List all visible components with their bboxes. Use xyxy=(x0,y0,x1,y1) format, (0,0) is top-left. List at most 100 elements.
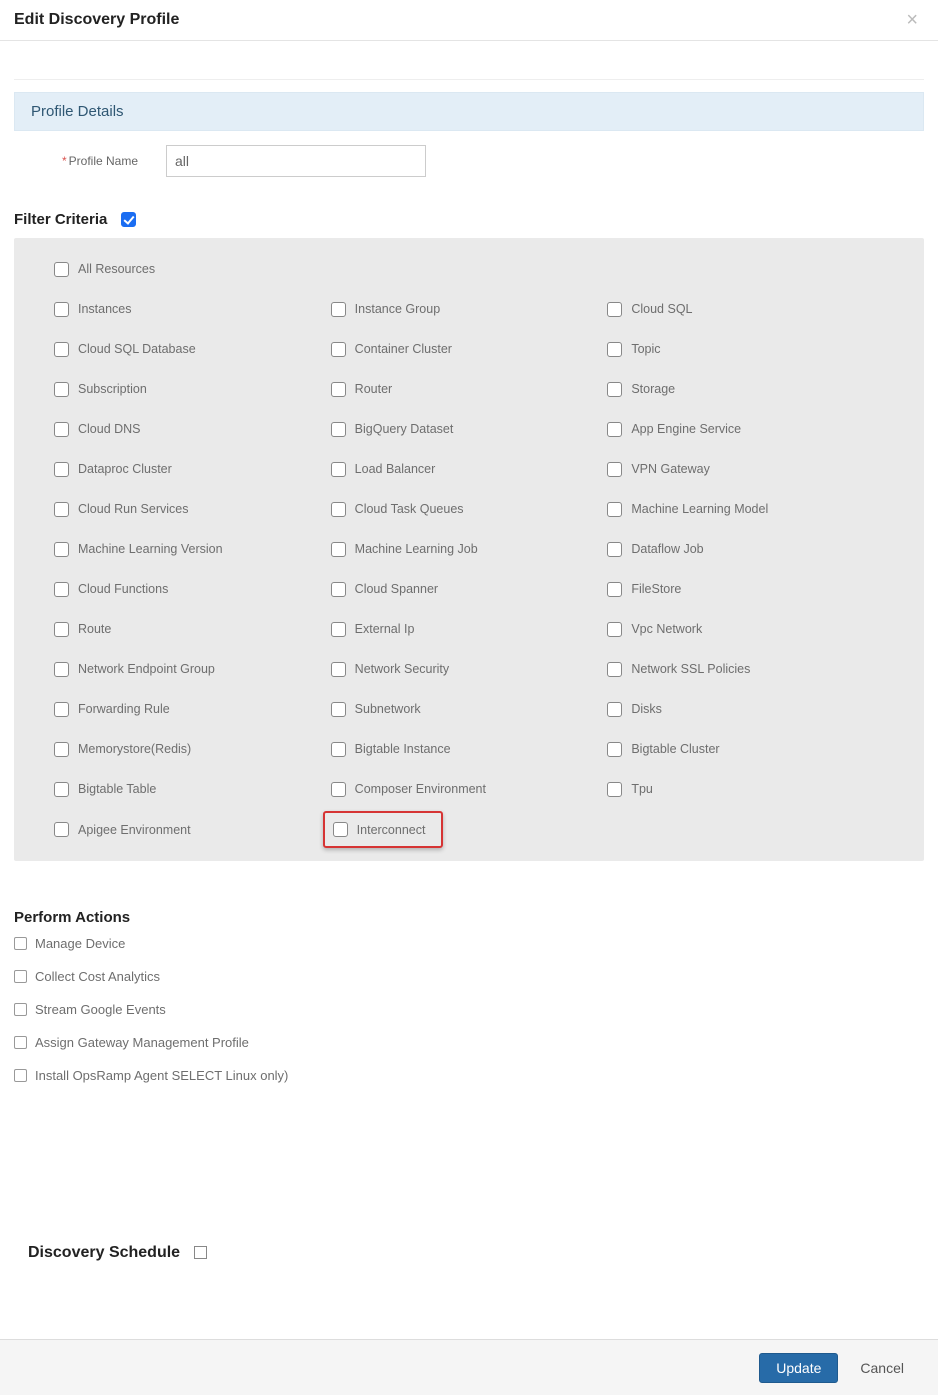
filter-checkbox-network-security[interactable] xyxy=(331,662,346,677)
filter-item-app-engine-service: App Engine Service xyxy=(607,420,884,438)
filter-item-dataflow-job: Dataflow Job xyxy=(607,540,884,558)
filter-label: Bigtable Cluster xyxy=(631,742,719,756)
filter-checkbox-machine-learning-version[interactable] xyxy=(54,542,69,557)
filter-item-cloud-spanner: Cloud Spanner xyxy=(331,580,608,598)
filter-checkbox-topic[interactable] xyxy=(607,342,622,357)
filter-label: Storage xyxy=(631,382,675,396)
action-checkbox[interactable] xyxy=(14,1069,27,1082)
filter-label: Cloud DNS xyxy=(78,422,141,436)
discovery-schedule-row: Discovery Schedule xyxy=(28,1243,924,1262)
filter-checkbox-bigtable-table[interactable] xyxy=(54,782,69,797)
filter-checkbox-vpc-network[interactable] xyxy=(607,622,622,637)
filter-checkbox-composer-environment[interactable] xyxy=(331,782,346,797)
profile-name-input[interactable] xyxy=(166,145,426,177)
filter-checkbox-cloud-sql-database[interactable] xyxy=(54,342,69,357)
action-checkbox[interactable] xyxy=(14,1003,27,1016)
filter-checkbox-instances[interactable] xyxy=(54,302,69,317)
dialog-body[interactable]: Profile Details *Profile Name Filter Cri… xyxy=(0,36,938,1339)
filter-checkbox-tpu[interactable] xyxy=(607,782,622,797)
filter-checkbox-machine-learning-model[interactable] xyxy=(607,502,622,517)
filter-checkbox-storage[interactable] xyxy=(607,382,622,397)
action-checkbox[interactable] xyxy=(14,937,27,950)
filter-item-machine-learning-model: Machine Learning Model xyxy=(607,500,884,518)
filter-item-subnetwork: Subnetwork xyxy=(331,700,608,718)
update-button[interactable]: Update xyxy=(759,1353,838,1383)
filter-checkbox-vpn-gateway[interactable] xyxy=(607,462,622,477)
dialog-title: Edit Discovery Profile xyxy=(14,11,179,29)
filter-checkbox-cloud-task-queues[interactable] xyxy=(331,502,346,517)
filter-checkbox-dataproc-cluster[interactable] xyxy=(54,462,69,477)
filter-item-bigquery-dataset: BigQuery Dataset xyxy=(331,420,608,438)
filter-checkbox-all-resources[interactable] xyxy=(54,262,69,277)
filter-item-instances: Instances xyxy=(54,300,331,318)
filter-checkbox-load-balancer[interactable] xyxy=(331,462,346,477)
filter-criteria-master-checkbox[interactable] xyxy=(121,212,136,227)
filter-checkbox-dataflow-job[interactable] xyxy=(607,542,622,557)
filter-item-topic: Topic xyxy=(607,340,884,358)
filter-label: VPN Gateway xyxy=(631,462,710,476)
filter-checkbox-apigee-environment[interactable] xyxy=(54,822,69,837)
filter-checkbox-cloud-dns[interactable] xyxy=(54,422,69,437)
filter-checkbox-network-ssl-policies[interactable] xyxy=(607,662,622,677)
filter-label: Container Cluster xyxy=(355,342,452,356)
filter-checkbox-bigtable-instance[interactable] xyxy=(331,742,346,757)
filter-checkbox-app-engine-service[interactable] xyxy=(607,422,622,437)
filter-item-cloud-functions: Cloud Functions xyxy=(54,580,331,598)
filter-item-machine-learning-job: Machine Learning Job xyxy=(331,540,608,558)
filter-item-container-cluster: Container Cluster xyxy=(331,340,608,358)
filter-item-disks: Disks xyxy=(607,700,884,718)
filter-item-cloud-task-queues: Cloud Task Queues xyxy=(331,500,608,518)
filter-checkbox-subnetwork[interactable] xyxy=(331,702,346,717)
profile-name-row: *Profile Name xyxy=(14,145,924,177)
filter-label: Bigtable Table xyxy=(78,782,156,796)
filter-checkbox-container-cluster[interactable] xyxy=(331,342,346,357)
filter-checkbox-machine-learning-job[interactable] xyxy=(331,542,346,557)
filter-checkbox-cloud-run-services[interactable] xyxy=(54,502,69,517)
filter-checkbox-disks[interactable] xyxy=(607,702,622,717)
profile-name-label: *Profile Name xyxy=(62,154,166,168)
filter-checkbox-filestore[interactable] xyxy=(607,582,622,597)
action-checkbox[interactable] xyxy=(14,970,27,983)
perform-actions-title: Perform Actions xyxy=(14,909,924,926)
filter-item-route: Route xyxy=(54,620,331,638)
filter-checkbox-forwarding-rule[interactable] xyxy=(54,702,69,717)
filter-label: All Resources xyxy=(78,262,155,276)
filter-item-router: Router xyxy=(331,380,608,398)
filter-item-bigtable-cluster: Bigtable Cluster xyxy=(607,740,884,758)
filter-label: Bigtable Instance xyxy=(355,742,451,756)
cancel-button[interactable]: Cancel xyxy=(860,1360,904,1376)
close-icon[interactable]: × xyxy=(902,10,922,30)
filter-checkbox-cloud-functions[interactable] xyxy=(54,582,69,597)
filter-label: Machine Learning Model xyxy=(631,502,768,516)
filter-checkbox-bigquery-dataset[interactable] xyxy=(331,422,346,437)
filter-checkbox-bigtable-cluster[interactable] xyxy=(607,742,622,757)
filter-label: Instance Group xyxy=(355,302,440,316)
filter-checkbox-external-ip[interactable] xyxy=(331,622,346,637)
filter-checkbox-cloud-spanner[interactable] xyxy=(331,582,346,597)
perform-actions-list: Manage DeviceCollect Cost AnalyticsStrea… xyxy=(14,936,924,1083)
filter-item-bigtable-instance: Bigtable Instance xyxy=(331,740,608,758)
action-item: Manage Device xyxy=(14,936,924,951)
filter-label: Network Security xyxy=(355,662,449,676)
filter-item-cloud-sql: Cloud SQL xyxy=(607,300,884,318)
filter-checkbox-instance-group[interactable] xyxy=(331,302,346,317)
filter-label: Network SSL Policies xyxy=(631,662,750,676)
filter-checkbox-route[interactable] xyxy=(54,622,69,637)
filter-label: Cloud Functions xyxy=(78,582,168,596)
filter-label: Composer Environment xyxy=(355,782,486,796)
filter-item-vpc-network: Vpc Network xyxy=(607,620,884,638)
filter-label: Cloud SQL Database xyxy=(78,342,196,356)
filter-checkbox-router[interactable] xyxy=(331,382,346,397)
action-checkbox[interactable] xyxy=(14,1036,27,1049)
filter-checkbox-subscription[interactable] xyxy=(54,382,69,397)
filter-checkbox-cloud-sql[interactable] xyxy=(607,302,622,317)
filter-item-memorystore-redis: Memorystore(Redis) xyxy=(54,740,331,758)
filter-checkbox-network-endpoint-group[interactable] xyxy=(54,662,69,677)
filter-checkbox-interconnect[interactable] xyxy=(333,822,348,837)
filter-checkbox-memorystore-redis[interactable] xyxy=(54,742,69,757)
filter-item-subscription: Subscription xyxy=(54,380,331,398)
discovery-schedule-checkbox[interactable] xyxy=(194,1246,207,1259)
filter-item-all-resources: All Resources xyxy=(54,260,331,278)
action-label: Manage Device xyxy=(35,936,125,951)
filter-label: BigQuery Dataset xyxy=(355,422,454,436)
